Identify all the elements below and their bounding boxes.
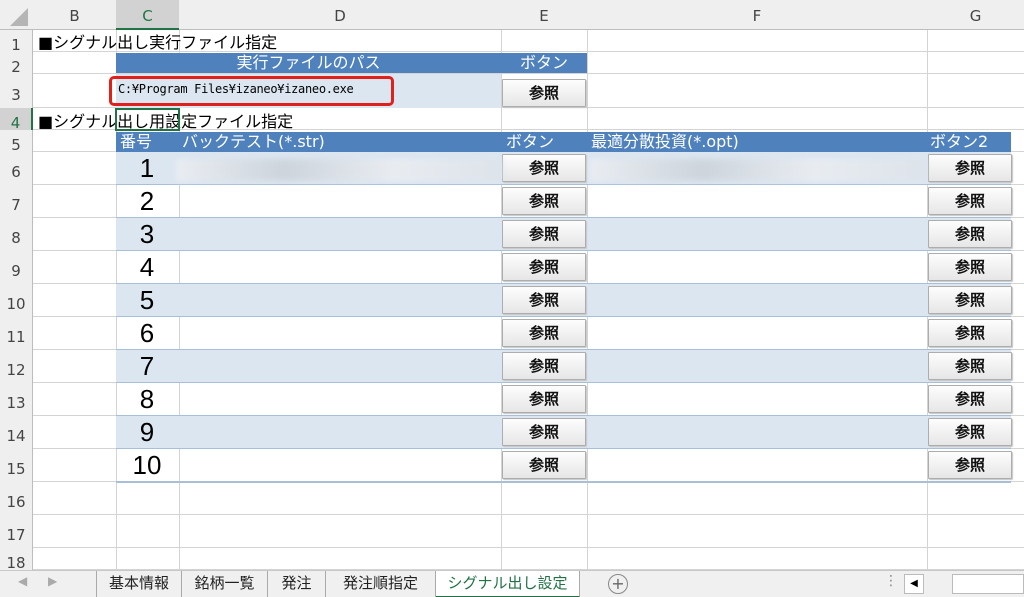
backtest-browse-button[interactable]: 参照 [502,187,586,215]
header-button: ボタン [506,132,555,151]
backtest-browse-button[interactable]: 参照 [502,286,586,314]
header-button2: ボタン2 [930,132,989,151]
optimal-browse-button[interactable]: 参照 [928,352,1012,380]
row-header[interactable]: 16 [0,482,33,515]
tab-signal-settings[interactable]: シグナル出し設定 [436,571,580,597]
column-header-f[interactable]: F [587,0,927,30]
row-header[interactable]: 12 [0,350,33,383]
header-optimal: 最適分散投資(*.opt) [591,132,739,151]
tab-order-sequence[interactable]: 発注順指定 [326,571,436,597]
exe-browse-button[interactable]: 参照 [502,79,586,107]
hscroll-left-button[interactable]: ◀ [904,574,924,594]
path-header: 実行ファイルのパス [116,53,501,73]
header-backtest: バックテスト(*.str) [182,132,325,151]
optimal-browse-button[interactable]: 参照 [928,154,1012,182]
select-all-icon [10,8,28,26]
backtest-browse-button[interactable]: 参照 [502,220,586,248]
red-highlight-box [109,76,394,106]
column-header-b[interactable]: B [33,0,116,30]
tab-basic-info[interactable]: 基本情報 [96,571,182,597]
row-header[interactable]: 11 [0,317,33,350]
backtest-browse-button[interactable]: 参照 [502,253,586,281]
scroll-tabs-right-icon[interactable]: ▶ [48,574,57,588]
row-header[interactable]: 5 [0,130,33,154]
add-sheet-icon[interactable]: + [608,574,628,594]
row-header[interactable]: 18 [0,548,33,572]
tab-splitter-icon[interactable]: ⋮ [884,573,898,589]
optimal-browse-button[interactable]: 参照 [928,319,1012,347]
row-header[interactable]: 4 [0,108,33,132]
optimal-browse-button[interactable]: 参照 [928,385,1012,413]
row-number: 1 [139,153,155,183]
row-number: 4 [139,252,155,282]
backtest-browse-button[interactable]: 参照 [502,154,586,182]
row-number: 3 [139,219,155,249]
section1-button-header: ボタン [501,53,587,73]
tab-stock-list[interactable]: 銘柄一覧 [182,571,268,597]
row-header[interactable]: 1 [0,30,33,54]
row-number: 8 [139,384,155,414]
column-header-g[interactable]: G [927,0,1024,30]
row-number: 2 [139,186,155,216]
row-number: 10 [132,450,162,480]
optimal-browse-button[interactable]: 参照 [928,286,1012,314]
optimal-browse-button[interactable]: 参照 [928,253,1012,281]
row-header[interactable]: 2 [0,52,33,76]
hscroll-track[interactable] [952,574,1024,594]
row-header[interactable]: 10 [0,284,33,317]
column-header-c[interactable]: C [116,0,179,30]
column-header-e[interactable]: E [501,0,587,30]
tab-order[interactable]: 発注 [268,571,326,597]
backtest-browse-button[interactable]: 参照 [502,319,586,347]
column-header-d[interactable]: D [179,0,501,30]
backtest-path-blurred [176,159,502,181]
row-header[interactable]: 7 [0,185,33,218]
optimal-browse-button[interactable]: 参照 [928,451,1012,479]
scroll-tabs-left-icon[interactable]: ◀ [18,574,27,588]
row-header[interactable]: 17 [0,515,33,548]
row-header[interactable]: 14 [0,416,33,449]
header-number: 番号 [120,132,153,151]
optimal-browse-button[interactable]: 参照 [928,220,1012,248]
row-header[interactable]: 6 [0,152,33,185]
sheet-tab-bar: ◀ ▶ 基本情報 銘柄一覧 発注 発注順指定 シグナル出し設定 + ⋮ ◀ [0,570,1024,597]
optimal-browse-button[interactable]: 参照 [928,418,1012,446]
row-header[interactable]: 13 [0,383,33,416]
backtest-browse-button[interactable]: 参照 [502,451,586,479]
row-header[interactable]: 3 [0,74,33,108]
backtest-browse-button[interactable]: 参照 [502,418,586,446]
row-header[interactable]: 15 [0,449,33,482]
backtest-browse-button[interactable]: 参照 [502,352,586,380]
row-number: 7 [139,351,155,381]
row-number: 9 [139,417,155,447]
active-cell-c4[interactable] [115,108,180,131]
optimal-path-blurred [590,159,926,181]
section1-title: ■シグナル出し実行ファイル指定 [38,33,278,52]
row-header[interactable]: 9 [0,251,33,284]
optimal-browse-button[interactable]: 参照 [928,187,1012,215]
backtest-browse-button[interactable]: 参照 [502,385,586,413]
corner-select-all[interactable] [0,0,33,30]
row-header[interactable]: 8 [0,218,33,251]
row-number: 6 [139,318,155,348]
row-number: 5 [139,285,155,315]
